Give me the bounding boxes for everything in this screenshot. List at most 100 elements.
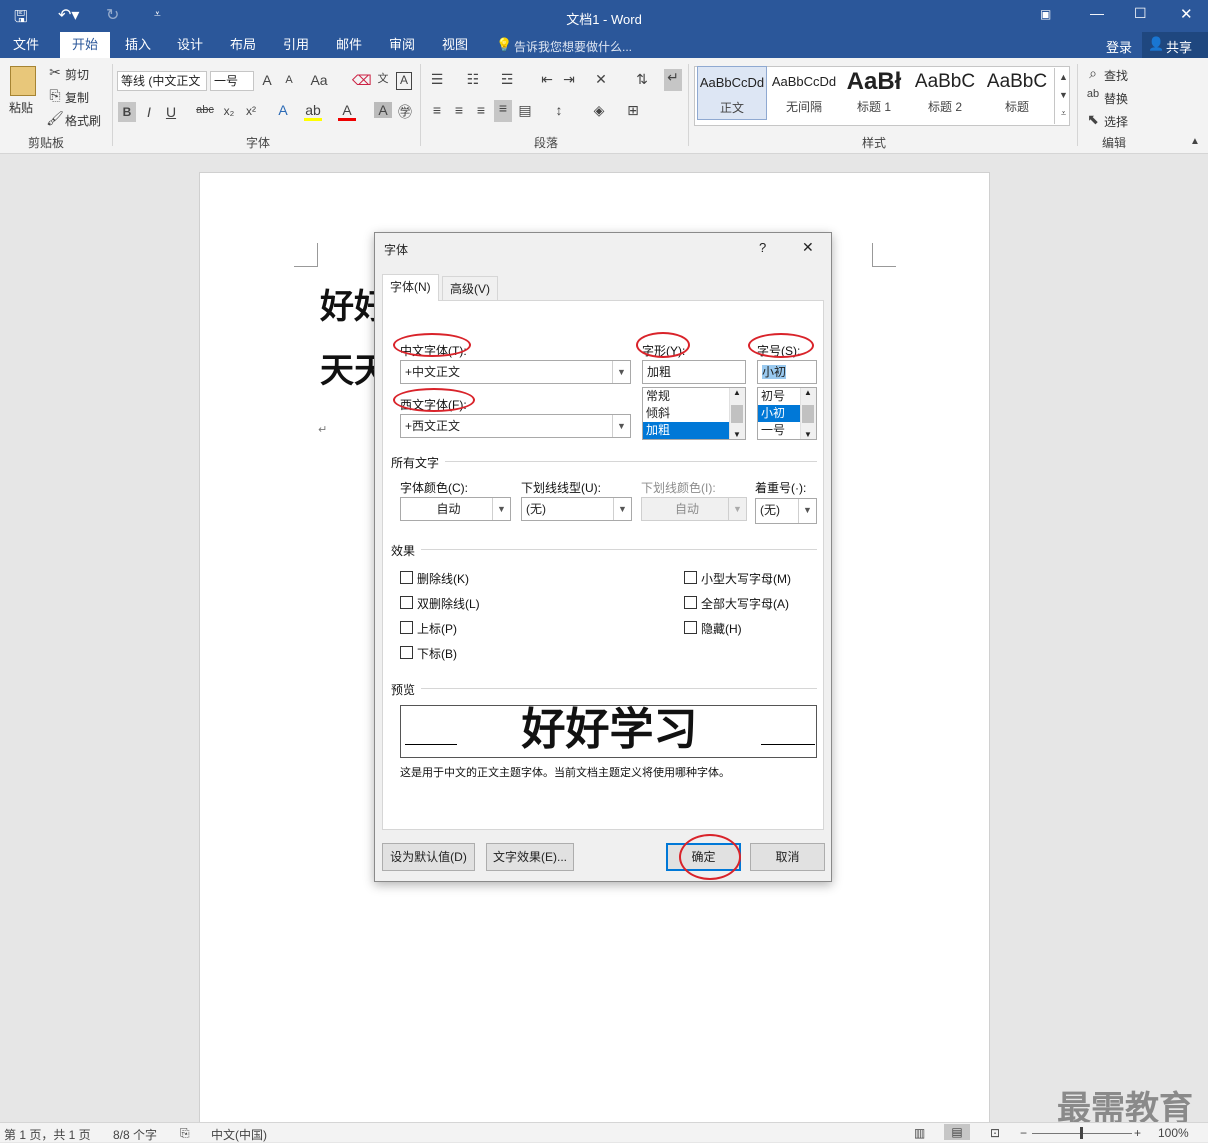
word-count[interactable]: 8/8 个字 xyxy=(113,1126,157,1143)
small-caps-label[interactable]: 小型大写字母(M) xyxy=(701,570,791,587)
double-strikethrough-label[interactable]: 双删除线(L) xyxy=(417,595,480,612)
superscript-icon[interactable]: x² xyxy=(242,104,260,118)
set-default-button[interactable]: 设为默认值(D) xyxy=(382,843,475,871)
justify-icon[interactable]: ≡ xyxy=(494,100,512,122)
gallery-scroll-icon[interactable]: ▲ ▼ ⩡ xyxy=(1054,68,1072,124)
italic-icon[interactable]: I xyxy=(140,104,158,120)
sort-icon[interactable]: ⇅ xyxy=(633,71,651,88)
text-effects-icon[interactable]: A xyxy=(274,102,292,118)
superscript-label[interactable]: 上标(P) xyxy=(417,620,457,637)
tab-references[interactable]: 引用 xyxy=(274,32,318,58)
chinese-font-select[interactable]: +中文正文 ▼ xyxy=(400,360,631,384)
close-icon[interactable]: ✕ xyxy=(802,239,814,256)
font-name-dropdown[interactable]: 等线 (中文正文 xyxy=(117,71,207,91)
chevron-down-icon[interactable]: ▼ xyxy=(492,498,510,520)
select-button[interactable]: 选择 xyxy=(1104,113,1128,130)
tab-font[interactable]: 字体(N) xyxy=(382,274,439,301)
subscript-checkbox[interactable] xyxy=(400,646,413,659)
decrease-indent-icon[interactable]: ⇤ xyxy=(538,71,556,88)
scrollbar[interactable]: ▲ ▼ xyxy=(800,388,816,439)
align-right-icon[interactable]: ≡ xyxy=(472,102,490,118)
emphasis-mark-select[interactable]: (无) ▼ xyxy=(755,498,817,524)
chevron-down-icon[interactable]: ▼ xyxy=(613,498,631,520)
font-size-dropdown[interactable]: 一号 xyxy=(210,71,254,91)
double-strikethrough-checkbox[interactable] xyxy=(400,596,413,609)
list-item-selected[interactable]: 小初 xyxy=(758,405,800,422)
chevron-down-icon[interactable]: ▼ xyxy=(612,361,630,383)
style-heading-1[interactable]: AaBł 标题 1 xyxy=(839,66,909,120)
style-normal[interactable]: AaBbCcDd 正文 xyxy=(697,66,767,120)
paste-button[interactable]: 粘贴 xyxy=(9,99,33,116)
tab-review[interactable]: 审阅 xyxy=(380,32,424,58)
font-size-input[interactable]: 小初 xyxy=(757,360,817,384)
text-effects-button[interactable]: 文字效果(E)... xyxy=(486,843,574,871)
grow-font-icon[interactable]: A xyxy=(258,72,276,88)
font-style-input[interactable]: 加粗 xyxy=(642,360,746,384)
show-marks-icon[interactable]: ↵ xyxy=(664,69,682,91)
format-painter-button[interactable]: 格式刷 xyxy=(65,112,101,129)
chinese-layout-icon[interactable]: ✕ xyxy=(592,71,610,88)
tab-design[interactable]: 设计 xyxy=(168,32,212,58)
subscript-label[interactable]: 下标(B) xyxy=(417,645,457,662)
phonetic-guide-icon[interactable]: 文 xyxy=(374,70,392,86)
all-caps-checkbox[interactable] xyxy=(684,596,697,609)
font-color-icon[interactable]: A xyxy=(338,102,356,121)
borders-icon[interactable]: ⊞ xyxy=(624,102,642,119)
font-color-select[interactable]: 自动 ▼ xyxy=(400,497,511,521)
chevron-down-icon[interactable]: ▼ xyxy=(612,415,630,437)
bold-icon[interactable]: B xyxy=(118,102,136,122)
small-caps-checkbox[interactable] xyxy=(684,571,697,584)
minimize-icon[interactable]: — xyxy=(1090,5,1104,21)
clear-format-icon[interactable]: ⌫ xyxy=(352,72,372,89)
style-no-spacing[interactable]: AaBbCcDd 无间隔 xyxy=(769,66,839,120)
align-left-icon[interactable]: ≡ xyxy=(428,102,446,118)
multilevel-list-icon[interactable]: ☲ xyxy=(498,71,516,88)
western-font-select[interactable]: +西文正文 ▼ xyxy=(400,414,631,438)
collapse-ribbon-icon[interactable]: ▲ xyxy=(1186,136,1204,147)
copy-button[interactable]: 复制 xyxy=(65,89,89,106)
character-shading-icon[interactable]: A xyxy=(374,102,392,118)
underline-style-select[interactable]: (无) ▼ xyxy=(521,497,632,521)
tab-view[interactable]: 视图 xyxy=(433,32,477,58)
distributed-icon[interactable]: ▤ xyxy=(516,102,534,119)
underline-icon[interactable]: U xyxy=(162,104,180,120)
tab-layout[interactable]: 布局 xyxy=(221,32,265,58)
language[interactable]: 中文(中国) xyxy=(211,1126,267,1143)
style-title[interactable]: AaBbC 标题 xyxy=(982,66,1052,120)
bullets-icon[interactable]: ☰ xyxy=(428,71,446,88)
enclose-characters-icon[interactable]: ㊫ xyxy=(396,102,414,122)
cancel-button[interactable]: 取消 xyxy=(750,843,825,871)
replace-button[interactable]: 替换 xyxy=(1104,90,1128,107)
superscript-checkbox[interactable] xyxy=(400,621,413,634)
tab-mailings[interactable]: 邮件 xyxy=(327,32,371,58)
scrollbar[interactable]: ▲ ▼ xyxy=(729,388,745,439)
read-mode-icon[interactable]: ▥ xyxy=(914,1126,925,1140)
font-size-list[interactable]: 初号 小初 一号 ▲ ▼ xyxy=(757,387,817,440)
maximize-icon[interactable]: ☐ xyxy=(1134,5,1147,22)
highlight-icon[interactable]: ab xyxy=(304,102,322,121)
numbering-icon[interactable]: ☷ xyxy=(464,71,482,88)
increase-indent-icon[interactable]: ⇥ xyxy=(560,71,578,88)
tab-home[interactable]: 开始 xyxy=(60,32,110,58)
proofing-icon[interactable]: ⎘ xyxy=(180,1126,190,1141)
subscript-icon[interactable]: x₂ xyxy=(220,104,238,118)
change-case-icon[interactable]: Aa xyxy=(310,72,328,88)
tab-insert[interactable]: 插入 xyxy=(116,32,160,58)
share-button[interactable]: 👤 共享 xyxy=(1142,32,1208,58)
list-item-selected[interactable]: 加粗 xyxy=(643,422,729,439)
hidden-checkbox[interactable] xyxy=(684,621,697,634)
zoom-in-icon[interactable]: + xyxy=(1134,1126,1141,1140)
character-border-icon[interactable]: A xyxy=(396,72,412,90)
strikethrough-checkbox[interactable] xyxy=(400,571,413,584)
zoom-level[interactable]: 100% xyxy=(1158,1126,1189,1140)
cut-button[interactable]: 剪切 xyxy=(65,66,89,83)
center-icon[interactable]: ≡ xyxy=(450,102,468,118)
paste-icon[interactable] xyxy=(10,66,36,96)
print-layout-icon[interactable]: ▤ xyxy=(944,1124,970,1140)
all-caps-label[interactable]: 全部大写字母(A) xyxy=(701,595,789,612)
zoom-out-icon[interactable]: − xyxy=(1020,1126,1027,1140)
font-style-list[interactable]: 常规 倾斜 加粗 ▲ ▼ xyxy=(642,387,746,440)
tab-file[interactable]: 文件 xyxy=(4,32,48,58)
close-window-icon[interactable]: ✕ xyxy=(1180,5,1193,23)
signin-link[interactable]: 登录 xyxy=(1106,37,1132,56)
